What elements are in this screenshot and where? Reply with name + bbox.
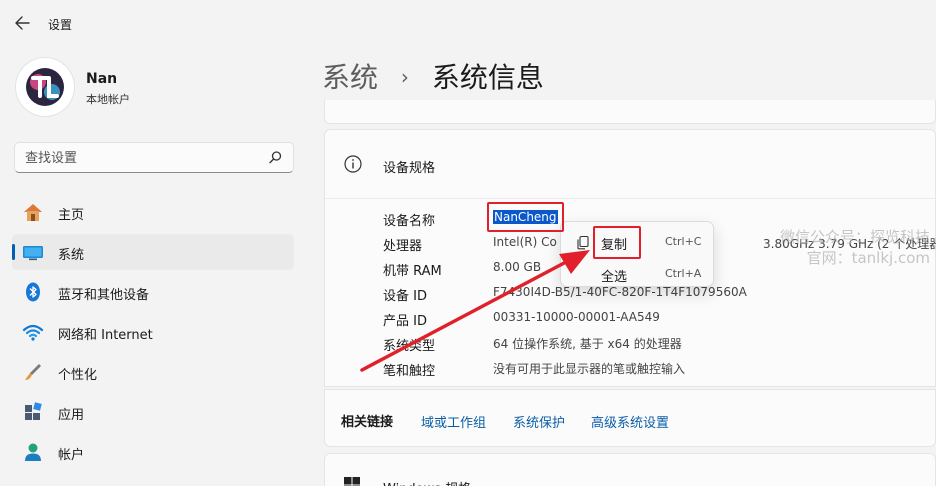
avatar[interactable] <box>16 58 74 116</box>
watermark: 微信公众号：探览科技 官网：tanlkj.com <box>780 227 930 269</box>
account-type: 本地帐户 <box>86 93 130 106</box>
breadcrumb: 系统 › 系统信息 <box>322 56 544 96</box>
apps-icon <box>25 402 42 420</box>
context-menu-item-select-all[interactable]: 全选 Ctrl+A <box>561 260 715 288</box>
spec-label: 系统类型 <box>383 339 436 354</box>
processor-value[interactable]: Intel(R) Co <box>493 235 557 249</box>
breadcrumb-parent[interactable]: 系统 <box>322 61 378 94</box>
annotation-box-copy <box>593 226 641 259</box>
system-display-icon <box>23 246 43 261</box>
context-menu-shortcut: Ctrl+C <box>665 235 702 248</box>
annotation-box-device-name <box>487 202 564 232</box>
spec-label: 笔和触控 <box>383 364 436 379</box>
spec-row-pen-touch: 笔和触控 没有可用于此显示器的笔或触控输入 <box>383 356 936 381</box>
back-arrow-icon[interactable] <box>12 12 34 34</box>
sidebar-item-label: 蓝牙和其他设备 <box>58 288 150 303</box>
spec-label: 设备 ID <box>383 289 427 304</box>
sidebar-item-network[interactable]: 网络和 Internet <box>12 314 294 350</box>
spec-label: 机带 RAM <box>383 264 442 279</box>
info-icon <box>344 155 362 173</box>
sidebar-item-apps[interactable]: 应用 <box>12 394 294 430</box>
related-links-title: 相关链接 <box>341 415 394 430</box>
spec-row-product-id: 产品 ID 00331-10000-00001-AA549 <box>383 306 936 331</box>
search-input[interactable] <box>25 149 255 167</box>
spec-label: 处理器 <box>383 239 423 254</box>
search-icon[interactable] <box>268 150 283 165</box>
bluetooth-icon <box>26 282 40 302</box>
watermark-line2: 官网：tanlkj.com <box>806 249 930 267</box>
app-title: 设置 <box>48 18 73 32</box>
pen-touch-value[interactable]: 没有可用于此显示器的笔或触控输入 <box>493 360 685 377</box>
spec-row-system-type: 系统类型 64 位操作系统, 基于 x64 的处理器 <box>383 331 936 356</box>
avatar-logo-icon <box>26 68 64 106</box>
page-title: 系统信息 <box>431 61 544 94</box>
sidebar-item-label: 主页 <box>58 208 85 223</box>
wifi-icon <box>22 324 44 341</box>
title-bar: 设置 <box>0 0 936 48</box>
windows-spec-card[interactable]: Windows 规格 <box>324 453 936 486</box>
link-domain-workgroup[interactable]: 域或工作组 <box>421 412 486 431</box>
sidebar-item-system[interactable]: 系统 <box>12 234 294 270</box>
link-system-protection[interactable]: 系统保护 <box>513 412 565 431</box>
breadcrumb-separator: › <box>400 65 409 89</box>
sidebar-item-label: 系统 <box>58 248 85 263</box>
divider <box>325 198 936 199</box>
user-name: Nan <box>86 71 118 87</box>
sidebar-item-label: 帐户 <box>58 448 85 463</box>
person-icon <box>25 443 41 461</box>
spec-label: 设备名称 <box>383 214 436 229</box>
watermark-line1: 微信公众号：探览科技 <box>779 228 930 246</box>
previous-card <box>324 100 936 124</box>
search-box[interactable] <box>14 142 294 173</box>
brush-icon <box>25 364 41 380</box>
home-icon <box>24 204 42 221</box>
sidebar-item-bluetooth[interactable]: 蓝牙和其他设备 <box>12 274 294 310</box>
sidebar-item-home[interactable]: 主页 <box>12 194 294 230</box>
system-type-value[interactable]: 64 位操作系统, 基于 x64 的处理器 <box>493 335 682 352</box>
sidebar-nav: 主页 系统 蓝牙和其他设备 网络和 Internet 个性化 应用 帐户 <box>12 194 294 474</box>
sidebar-item-label: 个性化 <box>58 368 98 383</box>
windows-spec-title: Windows 规格 <box>383 478 471 486</box>
context-menu-shortcut: Ctrl+A <box>665 267 702 280</box>
context-menu-label: 全选 <box>601 270 628 285</box>
copy-icon <box>577 235 589 250</box>
ram-value[interactable]: 8.00 GB <box>493 260 541 274</box>
windows-logo-icon <box>344 477 360 486</box>
spec-label: 产品 ID <box>383 314 427 329</box>
sidebar-item-label: 应用 <box>58 408 85 423</box>
sidebar-item-accounts[interactable]: 帐户 <box>12 434 294 470</box>
product-id-value[interactable]: 00331-10000-00001-AA549 <box>493 310 660 324</box>
related-links-card: 相关链接 域或工作组 系统保护 高级系统设置 <box>324 389 936 447</box>
link-advanced-system-settings[interactable]: 高级系统设置 <box>591 412 669 431</box>
spec-title: 设备规格 <box>383 161 436 176</box>
sidebar-item-label: 网络和 Internet <box>58 328 153 343</box>
sidebar-item-personalization[interactable]: 个性化 <box>12 354 294 390</box>
